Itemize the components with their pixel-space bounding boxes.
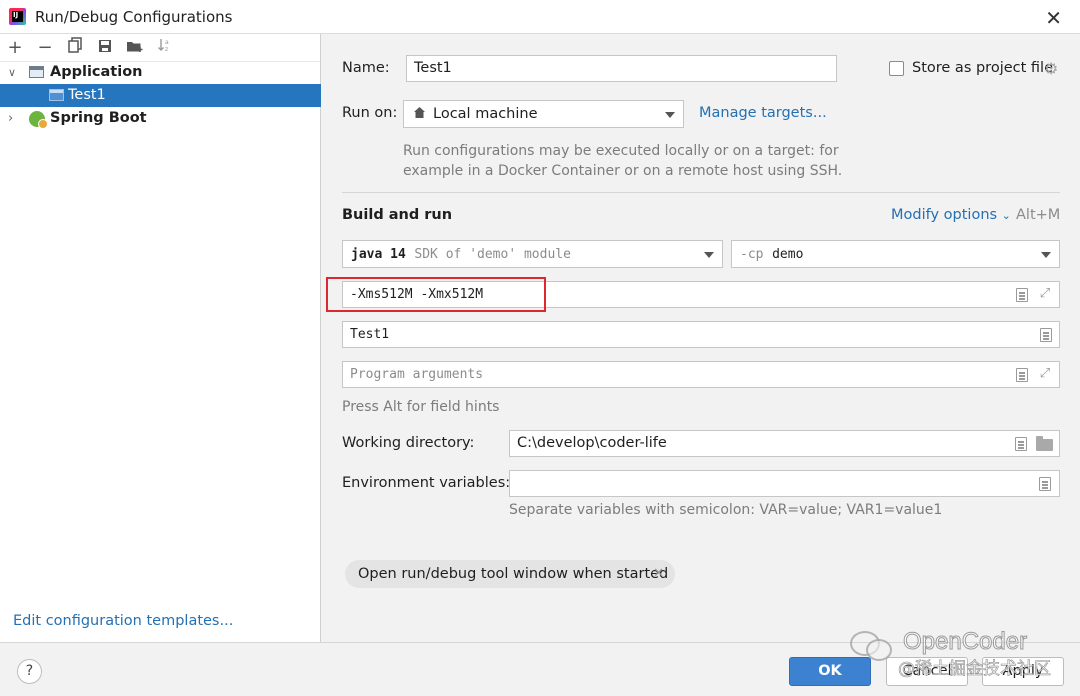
gear-icon[interactable]: ⚙ bbox=[1044, 59, 1058, 78]
chevron-down-icon: ⌄ bbox=[1001, 209, 1011, 222]
application-config-icon bbox=[29, 66, 44, 78]
chevron-down-icon bbox=[665, 112, 675, 118]
chevron-right-icon[interactable]: › bbox=[8, 107, 13, 130]
run-on-select[interactable]: Local machine bbox=[403, 100, 684, 128]
sdk-version: java 14 bbox=[351, 247, 406, 262]
run-on-value: Local machine bbox=[433, 106, 538, 122]
name-field[interactable]: Test1 bbox=[406, 55, 837, 82]
remove-icon[interactable]: − bbox=[35, 37, 55, 59]
environment-variables-field[interactable] bbox=[509, 470, 1060, 497]
apply-button[interactable]: Apply bbox=[982, 657, 1064, 686]
save-icon[interactable] bbox=[95, 37, 115, 59]
vm-options-value: -Xms512M -Xmx512M bbox=[350, 287, 484, 302]
classpath-module-select[interactable]: -cp demo bbox=[731, 240, 1060, 268]
chip-label: Open run/debug tool window when started bbox=[358, 566, 669, 582]
application-config-icon bbox=[49, 89, 64, 101]
store-as-project-file-checkbox[interactable] bbox=[889, 61, 904, 76]
edit-configuration-templates-link[interactable]: Edit configuration templates... bbox=[13, 613, 233, 629]
title-bar: IJ Run/Debug Configurations ✕ bbox=[0, 0, 1080, 34]
program-arguments-placeholder: Program arguments bbox=[350, 367, 484, 382]
add-icon[interactable]: + bbox=[5, 37, 25, 59]
working-directory-value: C:\develop\coder-life bbox=[517, 435, 667, 451]
chevron-down-icon bbox=[1041, 252, 1051, 258]
modify-options-link[interactable]: Modify options ⌄ bbox=[891, 207, 1011, 223]
window-title: Run/Debug Configurations bbox=[35, 8, 233, 26]
help-button[interactable]: ? bbox=[17, 659, 42, 684]
store-as-project-file-label: Store as project file bbox=[912, 60, 1053, 76]
working-directory-field[interactable]: C:\develop\coder-life bbox=[509, 430, 1060, 457]
list-icon[interactable] bbox=[1016, 368, 1028, 382]
run-on-label: Run on: bbox=[342, 105, 398, 121]
open-tool-window-option-chip[interactable]: Open run/debug tool window when started … bbox=[345, 560, 675, 588]
tree-node-test1[interactable]: Test1 bbox=[0, 84, 321, 107]
build-and-run-heading: Build and run bbox=[342, 207, 453, 223]
tree-node-label: Application bbox=[50, 64, 143, 80]
modify-options-shortcut: Alt+M bbox=[1016, 207, 1061, 223]
chevron-down-icon bbox=[704, 252, 714, 258]
sort-icon[interactable]: az bbox=[155, 37, 175, 59]
main-class-field[interactable]: Test1 bbox=[342, 321, 1060, 348]
chevron-down-icon[interactable]: ∨ bbox=[8, 61, 16, 84]
cp-prefix: -cp bbox=[740, 247, 764, 262]
intellij-logo-icon: IJ bbox=[9, 8, 26, 25]
program-arguments-field[interactable]: Program arguments ⤢ bbox=[342, 361, 1060, 388]
divider bbox=[342, 192, 1060, 193]
close-icon[interactable]: ✕ bbox=[653, 560, 664, 588]
tree-node-application[interactable]: ∨ Application bbox=[0, 61, 321, 84]
dialog-footer: ? OK Cancel Apply bbox=[0, 642, 1080, 696]
name-label: Name: bbox=[342, 60, 390, 76]
manage-targets-link[interactable]: Manage targets... bbox=[699, 105, 827, 121]
tree-node-spring-boot[interactable]: › Spring Boot bbox=[0, 107, 321, 130]
field-hints-text: Press Alt for field hints bbox=[342, 399, 500, 415]
modify-options-label: Modify options bbox=[891, 207, 998, 223]
run-on-hint-line-1: Run configurations may be executed local… bbox=[403, 143, 839, 159]
spring-boot-icon bbox=[29, 111, 48, 129]
tree-toolbar: + − az bbox=[0, 34, 320, 62]
svg-text:a: a bbox=[165, 39, 169, 46]
expand-icon[interactable]: ⤢ bbox=[1038, 367, 1052, 381]
folder-icon[interactable] bbox=[1036, 436, 1053, 451]
list-icon[interactable] bbox=[1040, 328, 1052, 342]
working-directory-label: Working directory: bbox=[342, 435, 475, 451]
ok-button[interactable]: OK bbox=[789, 657, 871, 686]
cp-module-value: demo bbox=[772, 247, 804, 262]
configuration-form: Name: Test1 Store as project file ⚙ Run … bbox=[322, 34, 1080, 642]
expand-icon[interactable]: ⤢ bbox=[1038, 287, 1052, 301]
close-icon[interactable]: ✕ bbox=[1045, 6, 1062, 30]
new-folder-icon[interactable] bbox=[125, 37, 145, 59]
list-icon[interactable] bbox=[1039, 477, 1051, 491]
copy-icon[interactable] bbox=[65, 37, 85, 59]
run-on-hint-line-2: example in a Docker Container or on a re… bbox=[403, 163, 843, 179]
list-icon[interactable] bbox=[1015, 437, 1027, 451]
list-icon[interactable] bbox=[1016, 288, 1028, 302]
vm-options-field[interactable]: -Xms512M -Xmx512M ⤢ bbox=[342, 281, 1060, 308]
main-class-value: Test1 bbox=[350, 327, 390, 342]
home-icon bbox=[413, 101, 426, 127]
tree-node-label: Spring Boot bbox=[50, 110, 147, 126]
svg-text:z: z bbox=[165, 46, 168, 53]
configuration-tree-panel: + − az ∨ Application Test1 › Spring Boot… bbox=[0, 34, 321, 642]
environment-variables-label: Environment variables: bbox=[342, 475, 511, 491]
jre-select[interactable]: java 14 SDK of 'demo' module bbox=[342, 240, 723, 268]
cancel-button[interactable]: Cancel bbox=[886, 657, 968, 686]
environment-variables-hint: Separate variables with semicolon: VAR=v… bbox=[509, 502, 943, 518]
sdk-description: SDK of 'demo' module bbox=[414, 247, 571, 262]
tree-node-label: Test1 bbox=[68, 87, 106, 103]
